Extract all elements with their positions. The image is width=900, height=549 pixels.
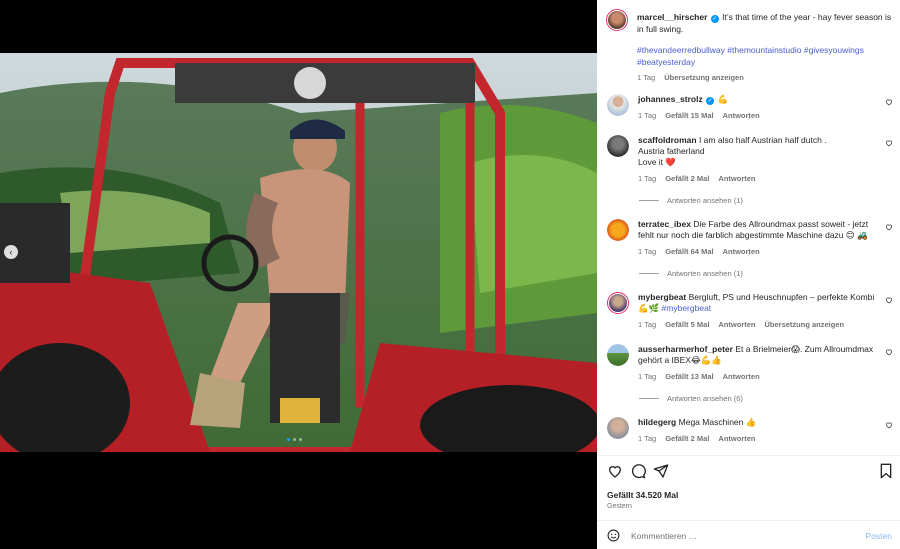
hashtag-link[interactable]: #beatyesterday — [637, 57, 695, 67]
like-comment-heart-icon[interactable] — [885, 98, 893, 106]
commenter-avatar[interactable] — [607, 344, 629, 366]
comment-text: 💪 — [717, 94, 729, 104]
comment-time: 1 Tag — [638, 434, 657, 443]
like-comment-heart-icon[interactable] — [885, 296, 893, 304]
comment-meta: 1 Tag Gefällt 15 Mal Antworten — [638, 110, 878, 121]
caption-hashtags: #thevandeerredbullway #themountainstudio… — [637, 45, 895, 68]
post-date: Gestern — [607, 503, 632, 510]
verified-badge-icon: ✓ — [710, 15, 719, 23]
comment-time: 1 Tag — [638, 111, 657, 120]
translate-button[interactable]: Übersetzung anzeigen — [765, 319, 845, 330]
view-replies-button[interactable]: Antworten ansehen (1) — [639, 196, 743, 205]
comment-time: 1 Tag — [638, 320, 657, 329]
comment-username[interactable]: hildegerg — [638, 417, 676, 427]
reply-button[interactable]: Antworten — [723, 371, 760, 382]
carousel-dot-active — [287, 438, 290, 441]
post-like-count[interactable]: Gefällt 34.520 Mal — [607, 490, 678, 500]
emoji-icon[interactable] — [607, 529, 620, 542]
carousel-dot — [299, 438, 302, 441]
replies-divider-line — [639, 273, 659, 274]
replies-divider-line — [639, 200, 659, 201]
commenter-avatar[interactable] — [607, 135, 629, 157]
comment-time: 1 Tag — [638, 247, 657, 256]
comment-username[interactable]: johannes_strolz — [638, 94, 703, 104]
comment-text: Mega Maschinen 👍 — [678, 417, 757, 427]
comment-likes[interactable]: Gefällt 2 Mal — [665, 433, 709, 444]
replies-divider-line — [639, 398, 659, 399]
reply-button[interactable]: Antworten — [718, 433, 755, 444]
reply-button[interactable]: Antworten — [718, 173, 755, 184]
hashtag-link[interactable]: #thevandeerredbullway — [637, 45, 725, 55]
commenter-avatar[interactable] — [607, 417, 629, 439]
view-replies-label[interactable]: Antworten ansehen (6) — [667, 394, 743, 403]
view-replies-label[interactable]: Antworten ansehen (1) — [667, 269, 743, 278]
author-username[interactable]: marcel__hirscher — [637, 12, 707, 22]
post-side-panel: marcel__hirscher ✓ It’s that time of the… — [597, 0, 900, 549]
comment-time: 1 Tag — [638, 174, 657, 183]
comment-username[interactable]: mybergbeat — [638, 292, 686, 302]
caption-time: 1 Tag — [637, 73, 656, 82]
commenter-avatar[interactable] — [607, 94, 629, 116]
author-avatar[interactable] — [606, 9, 628, 31]
commenter-avatar[interactable] — [607, 292, 629, 314]
like-comment-heart-icon[interactable] — [885, 139, 893, 147]
panel-divider — [597, 455, 900, 456]
comment-input[interactable]: Kommentieren … — [631, 531, 697, 541]
post-comment-button[interactable]: Posten — [866, 531, 892, 541]
hashtag-link[interactable]: #themountainstudio — [727, 45, 801, 55]
share-icon[interactable] — [653, 463, 669, 479]
hashtag-link[interactable]: #mybergbeat — [662, 303, 712, 313]
comment-meta: 1 Tag Gefällt 64 Mal Antworten — [638, 246, 878, 257]
view-replies-button[interactable]: Antworten ansehen (1) — [639, 269, 743, 278]
comment-username[interactable]: terratec_ibex — [638, 219, 691, 229]
post-photo[interactable] — [0, 53, 597, 452]
bookmark-icon[interactable] — [878, 463, 894, 479]
like-comment-heart-icon[interactable] — [885, 421, 893, 429]
commenter-avatar[interactable] — [607, 219, 629, 241]
comment-meta: 1 Tag Gefällt 2 Mal Antworten — [638, 433, 878, 444]
comment-time: 1 Tag — [638, 372, 657, 381]
hashtag-link[interactable]: #givesyouwings — [804, 45, 864, 55]
translate-button[interactable]: Übersetzung anzeigen — [664, 72, 744, 84]
comment-username[interactable]: ausserharmerhof_peter — [638, 344, 733, 354]
view-replies-button[interactable]: Antworten ansehen (6) — [639, 394, 743, 403]
view-replies-label[interactable]: Antworten ansehen (1) — [667, 196, 743, 205]
like-comment-heart-icon[interactable] — [885, 223, 893, 231]
post-caption: marcel__hirscher ✓ It’s that time of the… — [637, 12, 895, 84]
reply-button[interactable]: Antworten — [723, 246, 760, 257]
comment-text-line: Austria fatherland — [638, 146, 705, 156]
like-comment-heart-icon[interactable] — [885, 348, 893, 356]
heart-icon[interactable] — [607, 463, 623, 479]
comment-likes[interactable]: Gefällt 64 Mal — [665, 246, 713, 257]
comment-text-line: Love it ❤️ — [638, 157, 676, 167]
caption-meta: 1 Tag Übersetzung anzeigen — [637, 72, 895, 84]
comment-likes[interactable]: Gefällt 5 Mal — [665, 319, 709, 330]
reply-button[interactable]: Antworten — [723, 110, 760, 121]
previous-image-arrow-icon[interactable]: ‹ — [4, 245, 18, 259]
comment-likes[interactable]: Gefällt 15 Mal — [665, 110, 713, 121]
comment-username[interactable]: scaffoldroman — [638, 135, 697, 145]
post-action-bar — [607, 463, 892, 481]
comment-meta: 1 Tag Gefällt 5 Mal Antworten Übersetzun… — [638, 319, 878, 330]
comment-composer: Kommentieren … Posten — [597, 521, 900, 549]
comment-likes[interactable]: Gefällt 2 Mal — [665, 173, 709, 184]
carousel-dots — [287, 438, 302, 441]
comment-meta: 1 Tag Gefällt 13 Mal Antworten — [638, 371, 878, 382]
comment-likes[interactable]: Gefällt 13 Mal — [665, 371, 713, 382]
verified-badge-icon: ✓ — [706, 97, 715, 105]
carousel-dot — [293, 438, 296, 441]
comment-text: I am also half Austrian half dutch . — [698, 135, 827, 145]
comment-icon[interactable] — [630, 463, 646, 479]
comment-meta: 1 Tag Gefällt 2 Mal Antworten — [638, 173, 878, 184]
post-media: ‹ — [0, 0, 597, 549]
tractor-photo — [0, 53, 597, 452]
reply-button[interactable]: Antworten — [718, 319, 755, 330]
